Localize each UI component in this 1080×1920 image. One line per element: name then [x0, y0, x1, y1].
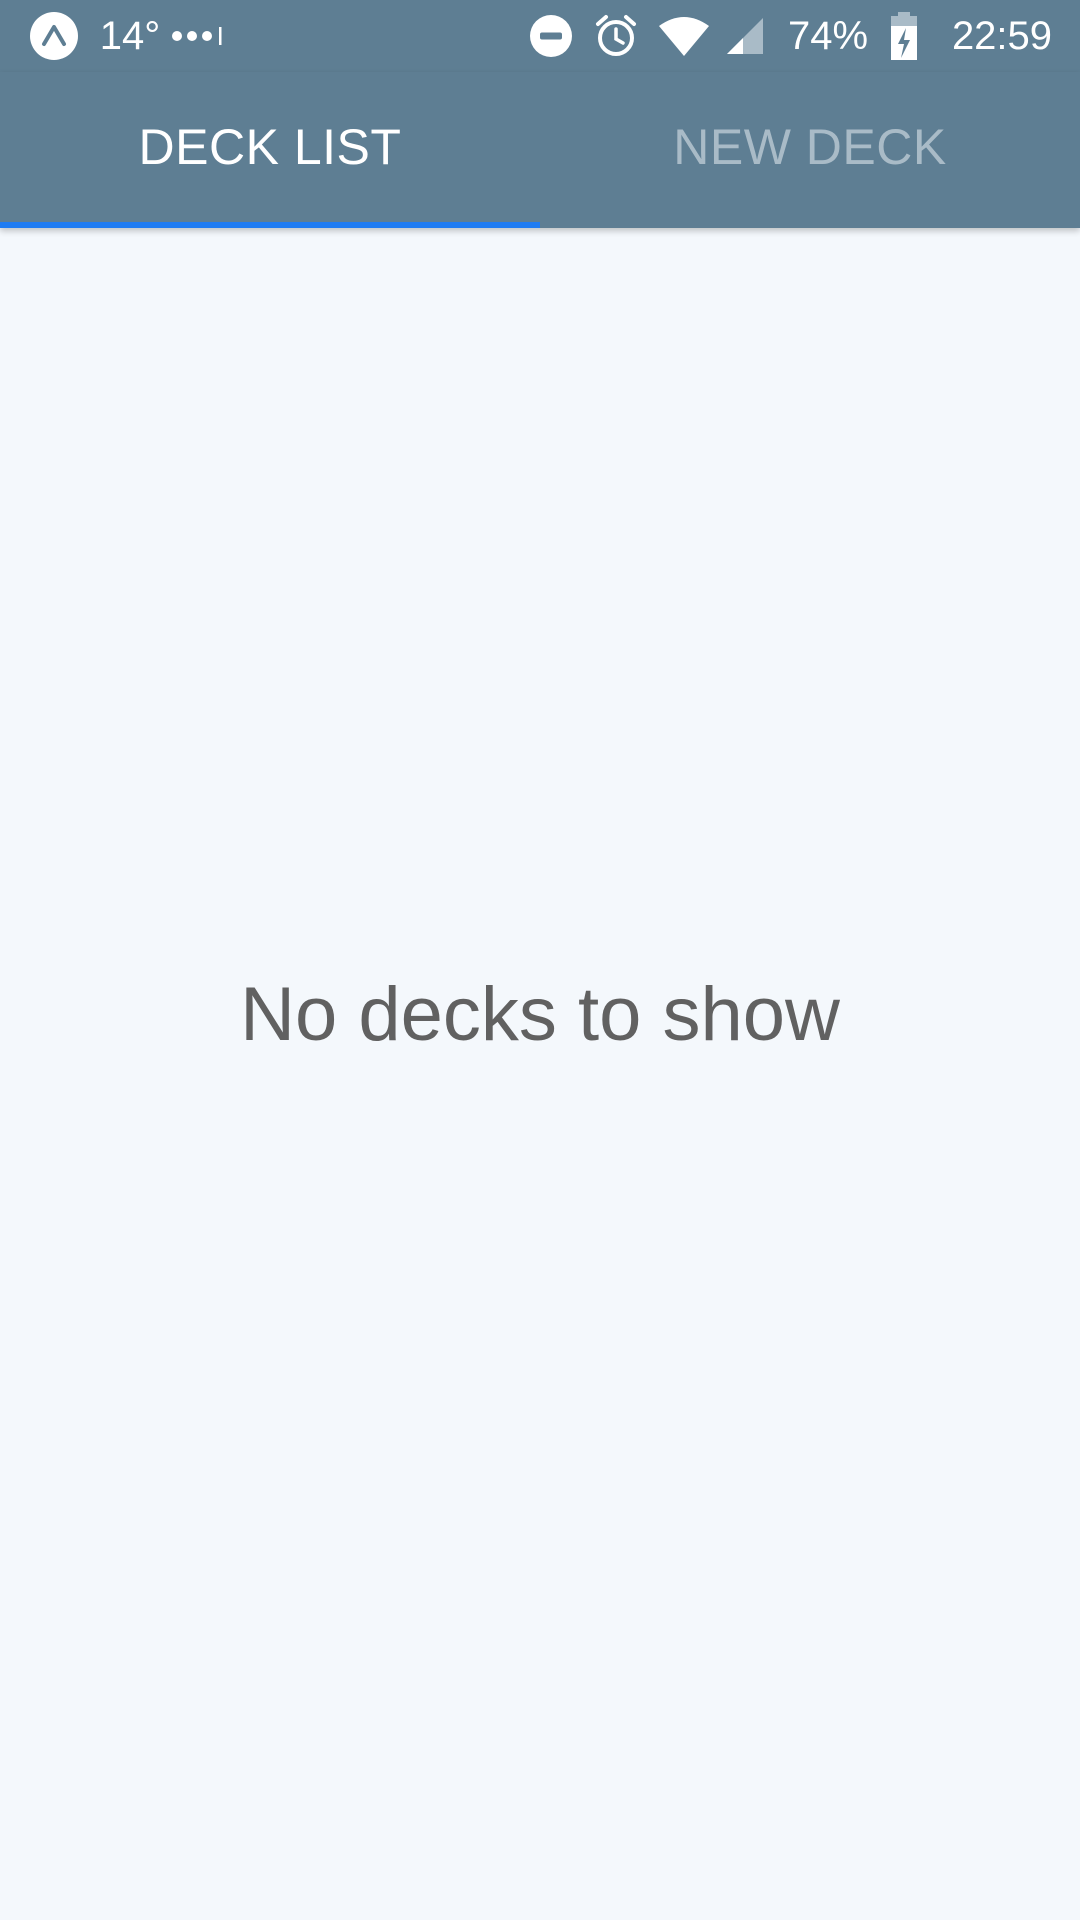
clock-text: 22:59	[951, 13, 1053, 58]
clock-label: 22:59	[946, 0, 1058, 72]
wifi-icon	[656, 0, 712, 72]
more-dots-icon	[170, 0, 226, 72]
battery-percent-label: 74%	[786, 0, 870, 72]
app-screen: 14° 74% 22:59 DECK LIST NEW DECK No deck…	[0, 0, 1080, 1920]
tab-deck-list-label: DECK LIST	[138, 119, 402, 175]
do-not-disturb-icon	[528, 0, 574, 72]
status-bar: 14° 74% 22:59	[0, 0, 1080, 72]
battery-charging-icon	[886, 0, 922, 72]
expo-app-icon	[28, 0, 80, 72]
cell-signal-icon	[724, 0, 766, 72]
tab-new-deck[interactable]: NEW DECK	[540, 72, 1080, 228]
empty-state-message: No decks to show	[240, 971, 840, 1057]
tab-bar: DECK LIST NEW DECK	[0, 72, 1080, 228]
tab-new-deck-label: NEW DECK	[673, 119, 947, 175]
battery-percent-text: 74%	[787, 13, 869, 58]
temperature-text: 14°	[99, 13, 161, 58]
deck-list-content: No decks to show	[0, 228, 1080, 1920]
alarm-icon	[592, 0, 640, 72]
tab-deck-list[interactable]: DECK LIST	[0, 72, 540, 228]
temperature-label: 14°	[100, 0, 161, 72]
